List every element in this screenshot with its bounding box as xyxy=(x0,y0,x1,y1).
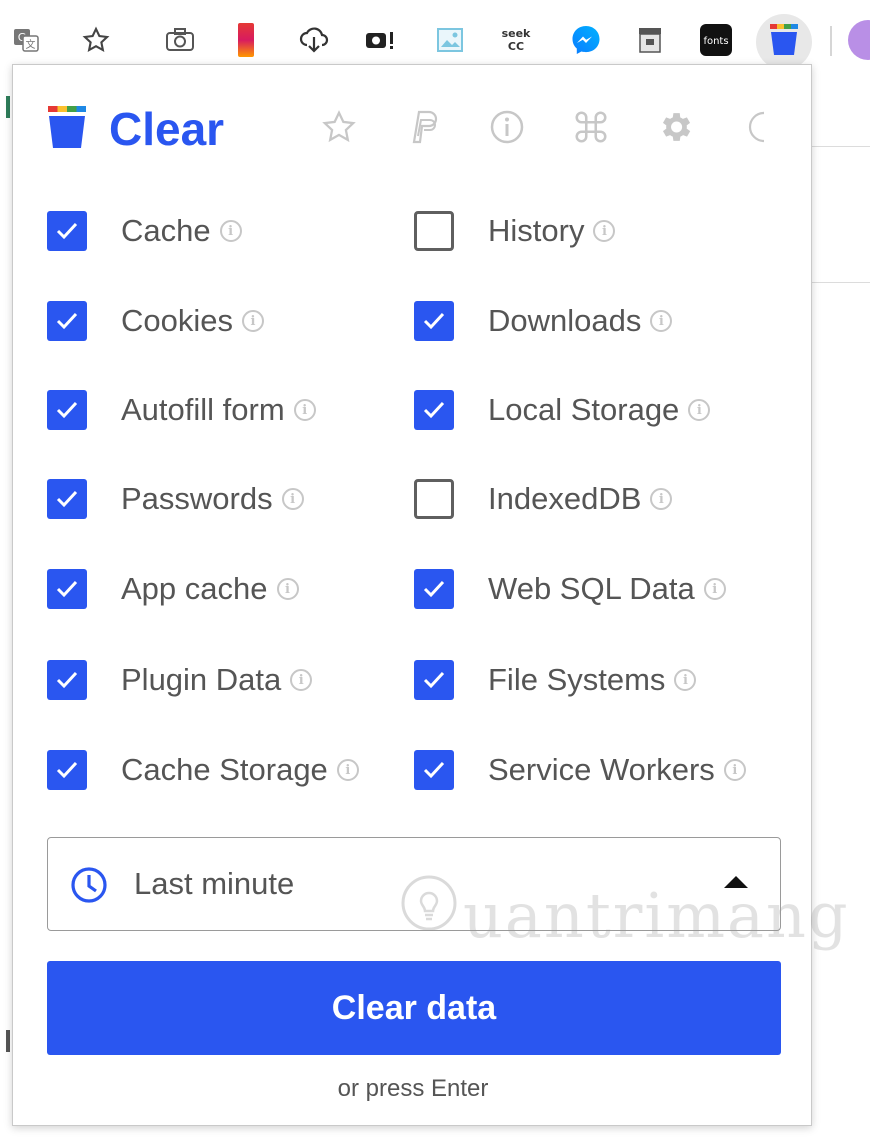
checkbox-unchecked[interactable] xyxy=(414,211,454,251)
fonts-icon[interactable]: fonts xyxy=(696,20,736,60)
checkbox-checked[interactable] xyxy=(47,750,87,790)
moon-icon[interactable] xyxy=(739,107,779,147)
info-icon[interactable]: i xyxy=(593,220,616,242)
checkbox-checked[interactable] xyxy=(47,211,87,251)
option-label: Cache xyxy=(121,213,211,248)
clear-extension-popup: Clear Cache i Cookies i Autofill form i … xyxy=(12,64,848,1126)
paypal-icon[interactable] xyxy=(403,107,443,147)
option-plugin-data[interactable]: Plugin Data i xyxy=(47,655,313,705)
command-icon[interactable] xyxy=(571,107,611,147)
checkbox-checked[interactable] xyxy=(414,750,454,790)
checkbox-checked[interactable] xyxy=(47,301,87,341)
checkbox-checked[interactable] xyxy=(47,569,87,609)
option-app-cache[interactable]: App cache i xyxy=(47,564,299,614)
option-cookies[interactable]: Cookies i xyxy=(47,296,264,346)
info-icon[interactable] xyxy=(487,107,527,147)
fonts-label: fonts xyxy=(703,36,728,47)
clear-logo-icon xyxy=(48,106,86,148)
info-icon[interactable]: i xyxy=(276,578,299,600)
option-web-sql-data[interactable]: Web SQL Data i xyxy=(414,564,726,614)
watermark-text: uantrimang xyxy=(463,879,850,952)
svg-text:文: 文 xyxy=(26,38,36,51)
info-icon[interactable]: i xyxy=(703,578,726,600)
option-label: Web SQL Data xyxy=(488,571,695,606)
option-label: Autofill form xyxy=(121,392,285,427)
translate-icon[interactable]: G文 xyxy=(6,20,46,60)
popup-header: Clear xyxy=(13,65,813,195)
option-label: History xyxy=(488,213,585,248)
info-icon[interactable]: i xyxy=(219,220,242,242)
option-indexeddb[interactable]: IndexedDB i xyxy=(414,474,673,524)
clear-data-button[interactable]: Clear data xyxy=(47,961,781,1055)
camera-icon[interactable] xyxy=(160,20,200,60)
cloud-download-icon[interactable] xyxy=(294,20,334,60)
option-label: Plugin Data xyxy=(121,662,282,697)
checkbox-checked[interactable] xyxy=(414,569,454,609)
option-label: Cache Storage xyxy=(121,752,328,787)
page-edge-mark xyxy=(6,1030,10,1052)
keyboard-hint: or press Enter xyxy=(337,1075,489,1102)
checkbox-unchecked[interactable] xyxy=(414,479,454,519)
option-cache-storage[interactable]: Cache Storage i xyxy=(47,745,359,795)
cc-label: CC xyxy=(508,40,524,53)
watermark-bulb-icon xyxy=(401,875,457,931)
page-divider xyxy=(812,282,870,283)
camera-record-icon[interactable] xyxy=(360,20,400,60)
info-icon[interactable]: i xyxy=(674,669,697,691)
seek-label: seek xyxy=(502,27,531,40)
info-icon[interactable]: i xyxy=(293,399,316,421)
option-label: File Systems xyxy=(488,662,666,697)
info-icon[interactable]: i xyxy=(650,488,673,510)
info-icon[interactable]: i xyxy=(688,399,711,421)
option-label: Cookies xyxy=(121,303,233,338)
info-icon[interactable]: i xyxy=(336,759,359,781)
option-history[interactable]: History i xyxy=(414,206,616,256)
clear-bucket-icon[interactable] xyxy=(764,20,804,60)
option-label: Passwords xyxy=(121,481,273,516)
option-label: Local Storage xyxy=(488,392,680,427)
image-icon[interactable] xyxy=(430,20,470,60)
option-label: App cache xyxy=(121,571,268,606)
clock-icon xyxy=(71,867,107,903)
toolbar-separator xyxy=(830,26,832,56)
option-file-systems[interactable]: File Systems i xyxy=(414,655,697,705)
info-icon[interactable]: i xyxy=(650,310,673,332)
time-range-value: Last minute xyxy=(134,866,295,901)
checkbox-checked[interactable] xyxy=(47,390,87,430)
checkbox-checked[interactable] xyxy=(414,390,454,430)
option-downloads[interactable]: Downloads i xyxy=(414,296,673,346)
messenger-icon[interactable] xyxy=(566,20,606,60)
option-cache[interactable]: Cache i xyxy=(47,206,242,256)
archive-icon[interactable] xyxy=(630,20,670,60)
option-passwords[interactable]: Passwords i xyxy=(47,474,304,524)
phone-color-icon[interactable] xyxy=(226,20,266,60)
page-divider xyxy=(812,146,870,147)
checkbox-checked[interactable] xyxy=(414,301,454,341)
option-local-storage[interactable]: Local Storage i xyxy=(414,385,711,435)
gear-icon[interactable] xyxy=(655,107,695,147)
info-icon[interactable]: i xyxy=(723,759,746,781)
info-icon[interactable]: i xyxy=(281,488,304,510)
page-edge-mark xyxy=(6,96,10,118)
info-icon[interactable]: i xyxy=(242,310,264,332)
star-icon[interactable] xyxy=(76,20,116,60)
option-label: Downloads xyxy=(488,303,642,338)
option-label: Service Workers xyxy=(488,752,715,787)
option-autofill-form[interactable]: Autofill form i xyxy=(47,385,316,435)
popup-title: Clear xyxy=(109,103,225,155)
option-label: IndexedDB xyxy=(488,481,642,516)
star-icon[interactable] xyxy=(319,107,359,147)
option-service-workers[interactable]: Service Workers i xyxy=(414,745,746,795)
checkbox-checked[interactable] xyxy=(414,660,454,700)
checkbox-checked[interactable] xyxy=(47,479,87,519)
checkbox-checked[interactable] xyxy=(47,660,87,700)
seekcc-icon[interactable]: seek CC xyxy=(496,20,536,60)
info-icon[interactable]: i xyxy=(290,669,313,691)
profile-avatar[interactable] xyxy=(848,20,870,60)
